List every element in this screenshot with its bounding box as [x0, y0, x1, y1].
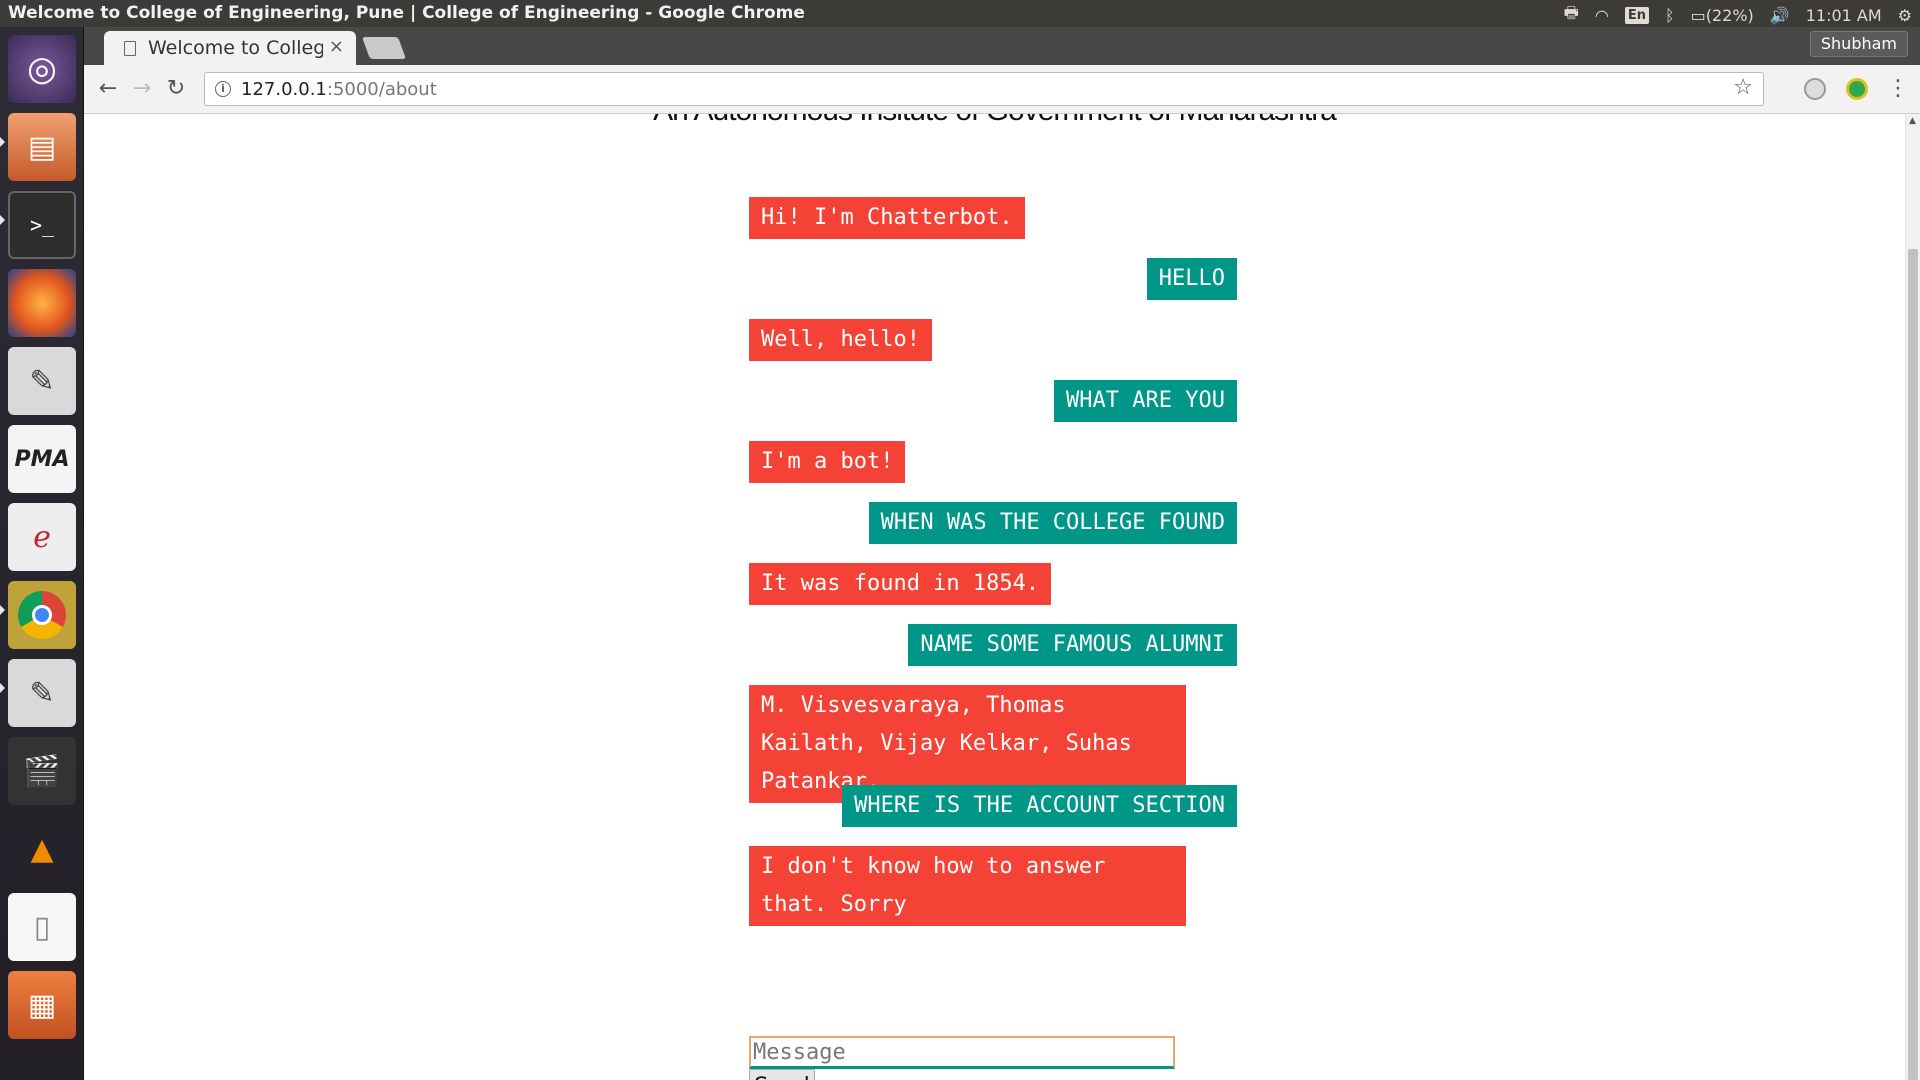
firefox-icon[interactable] — [8, 269, 76, 337]
url-host: 127.0.0.1 — [241, 78, 327, 100]
user-message: WHERE IS THE ACCOUNT SECTION — [842, 785, 1237, 827]
running-indicator — [0, 683, 5, 693]
chrome-icon[interactable] — [8, 581, 76, 649]
message-input[interactable] — [749, 1036, 1175, 1069]
bot-message: Well, hello! — [749, 319, 932, 361]
vertical-scrollbar[interactable]: ▲ — [1905, 114, 1920, 1080]
document-viewer-icon[interactable]: ℯ — [8, 503, 76, 571]
chrome-window: Welcome to College of Engineering, Pune … — [84, 27, 1920, 1080]
page-icon — [124, 40, 136, 56]
battery-percent: (22%) — [1705, 6, 1754, 25]
unity-launcher: ◎ ▤ >_ ✎ PMA ℯ ✎ 🎬 ▲ ▯ ▦ — [0, 27, 84, 1080]
new-tab-button[interactable] — [361, 37, 407, 59]
running-indicator — [0, 215, 5, 225]
running-indicator — [0, 137, 5, 147]
scrollbar-thumb[interactable] — [1908, 249, 1918, 1080]
keyboard-language-indicator[interactable]: En — [1624, 7, 1649, 24]
tab-close-icon[interactable]: × — [329, 36, 344, 57]
window-title: Welcome to College of Engineering, Pune … — [8, 3, 805, 23]
page-subtitle: An Autonomous Insitute of Government of … — [84, 114, 1905, 128]
bot-message: I'm a bot! — [749, 441, 906, 483]
bot-message: It was found in 1854. — [749, 563, 1052, 605]
ubuntu-dash-icon[interactable]: ◎ — [8, 35, 76, 103]
extension-icon[interactable] — [1846, 78, 1868, 100]
bookmark-star-icon[interactable]: ☆ — [1733, 75, 1753, 100]
send-button[interactable]: Send — [749, 1069, 815, 1080]
url-path: :5000/about — [326, 78, 437, 100]
extension-shield-icon[interactable] — [1804, 78, 1826, 100]
vlc-icon[interactable]: ▲ — [8, 815, 76, 883]
clock[interactable]: 11:01 AM — [1806, 6, 1882, 25]
bot-message: I don't know how to answer that. Sorry — [749, 846, 1186, 926]
user-message: NAME SOME FAMOUS ALUMNI — [908, 624, 1237, 666]
terminal-icon[interactable]: >_ — [8, 191, 76, 259]
text-editor-icon[interactable]: ✎ — [8, 347, 76, 415]
user-message: WHEN WAS THE COLLEGE FOUND — [868, 502, 1237, 544]
user-message: HELLO — [1146, 258, 1237, 300]
tab-active[interactable]: Welcome to College of Engineering, Pune … — [104, 31, 356, 65]
tab-title: Welcome to College of Engineering, Pune … — [148, 37, 323, 59]
scroll-up-arrow-icon[interactable]: ▲ — [1909, 116, 1916, 126]
browser-toolbar: ← → ↻ i 127.0.0.1:5000/about ☆ ⋮ — [84, 65, 1920, 114]
bluetooth-icon[interactable]: ᛒ — [1665, 6, 1675, 25]
running-indicator — [0, 605, 5, 615]
page-viewport: An Autonomous Insitute of Government of … — [84, 114, 1920, 1080]
site-info-icon[interactable]: i — [215, 81, 231, 97]
address-bar[interactable]: i 127.0.0.1:5000/about ☆ — [204, 72, 1764, 106]
libreoffice-icon[interactable]: ▯ — [8, 893, 76, 961]
settings-gear-icon[interactable]: ⚙ — [1898, 6, 1912, 25]
archive-manager-icon[interactable]: ▦ — [8, 971, 76, 1039]
system-tray: 🖶 ◠ En ᛒ ▭(22%) 🔊 11:01 AM ⚙ — [1564, 2, 1912, 29]
system-top-panel: Welcome to College of Engineering, Pune … — [0, 0, 1920, 27]
bot-message: Hi! I'm Chatterbot. — [749, 197, 1025, 239]
tab-strip: Welcome to College of Engineering, Pune … — [84, 27, 1920, 65]
video-editor-icon[interactable]: 🎬 — [8, 737, 76, 805]
back-arrow-icon[interactable]: ← — [94, 75, 122, 103]
menu-kebab-icon[interactable]: ⋮ — [1884, 75, 1912, 103]
profile-button[interactable]: Shubham — [1809, 31, 1908, 57]
files-icon[interactable]: ▤ — [8, 113, 76, 181]
wifi-icon[interactable]: ◠ — [1595, 6, 1609, 25]
reload-icon[interactable]: ↻ — [162, 75, 190, 103]
phpmyadmin-icon[interactable]: PMA — [8, 425, 76, 493]
user-message: WHAT ARE YOU — [1054, 380, 1237, 422]
volume-icon[interactable]: 🔊 — [1770, 6, 1790, 25]
text-editor-2-icon[interactable]: ✎ — [8, 659, 76, 727]
forward-arrow-icon[interactable]: → — [128, 75, 156, 103]
battery-indicator[interactable]: ▭(22%) — [1691, 6, 1754, 25]
printer-icon[interactable]: 🖶 — [1564, 2, 1579, 29]
battery-icon: ▭ — [1690, 6, 1706, 25]
